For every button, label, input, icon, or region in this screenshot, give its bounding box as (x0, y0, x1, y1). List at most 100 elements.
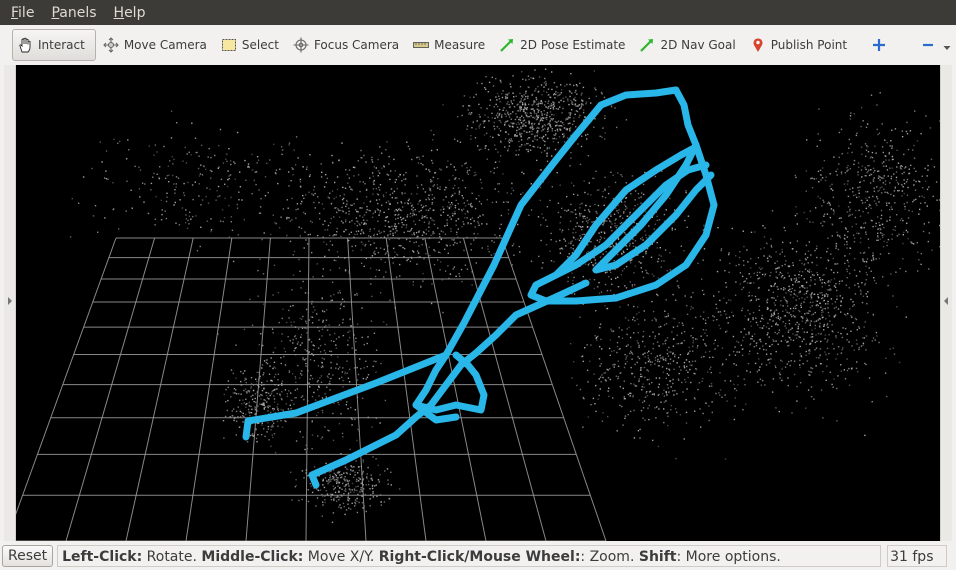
cloud-point (260, 434, 263, 436)
cloud-point (902, 186, 904, 188)
cloud-point (728, 316, 731, 318)
tool-2d-pose-estimate[interactable]: 2D Pose Estimate (494, 30, 632, 60)
cloud-point (656, 341, 659, 343)
cloud-point (407, 258, 409, 260)
cloud-point (672, 382, 674, 385)
cloud-point (289, 220, 291, 222)
cloud-point (148, 145, 150, 147)
cloud-point (273, 366, 275, 368)
cloud-point (861, 202, 864, 204)
tool-select[interactable]: Select (216, 30, 286, 60)
menu-help[interactable]: Help (103, 5, 152, 21)
cloud-point (540, 102, 542, 104)
cloud-point (371, 216, 374, 218)
cloud-point (790, 328, 792, 331)
cloud-point (394, 170, 396, 172)
tool-move-camera[interactable]: Move Camera (98, 30, 214, 60)
cloud-point (401, 226, 403, 228)
cloud-point (856, 232, 858, 234)
cloud-point (815, 347, 818, 349)
cloud-point (775, 366, 777, 369)
cloud-point (546, 131, 549, 133)
cloud-point (198, 155, 200, 157)
cloud-point (550, 105, 552, 107)
cloud-point (811, 292, 813, 294)
3d-viewport[interactable] (16, 65, 940, 541)
cloud-point (478, 103, 480, 106)
cloud-point (750, 325, 752, 327)
cloud-point (363, 232, 365, 235)
cloud-point (413, 214, 415, 216)
cloud-point (512, 111, 514, 113)
cloud-point (533, 123, 535, 125)
cloud-point (875, 202, 877, 205)
cloud-point (737, 384, 739, 386)
cloud-point (575, 231, 577, 234)
cloud-point (384, 253, 386, 256)
cloud-point (255, 171, 258, 173)
cloud-point (654, 337, 656, 339)
cloud-point (865, 126, 868, 128)
cloud-point (325, 396, 327, 398)
cloud-point (336, 472, 339, 474)
cloud-point (663, 260, 665, 262)
cloud-point (375, 269, 378, 271)
cloud-point (383, 211, 385, 214)
cloud-point (561, 112, 563, 114)
cloud-point (554, 97, 556, 99)
chevron-down-icon[interactable] (939, 37, 951, 53)
tool-focus-camera[interactable]: Focus Camera (288, 30, 406, 60)
cloud-point (491, 117, 493, 119)
cloud-point (348, 177, 350, 179)
cloud-point (281, 380, 284, 382)
cloud-point (846, 243, 848, 246)
cloud-point (536, 139, 538, 141)
cloud-point (527, 95, 529, 98)
cloud-point (762, 318, 765, 320)
cloud-point (295, 347, 297, 349)
cloud-point (674, 318, 676, 320)
menu-file[interactable]: File (0, 5, 40, 21)
cloud-point (207, 202, 210, 204)
add-tool-button[interactable] (866, 30, 899, 60)
scene-canvas[interactable] (16, 65, 940, 541)
cloud-point (882, 236, 884, 239)
cloud-point (272, 436, 274, 439)
cloud-point (858, 196, 860, 198)
remove-tool-button[interactable] (915, 30, 956, 60)
cloud-point (835, 337, 838, 339)
cloud-point (343, 489, 346, 492)
cloud-point (852, 191, 854, 193)
cloud-point (636, 340, 638, 342)
menu-panels[interactable]: Panels (40, 5, 102, 21)
cloud-point (210, 230, 212, 233)
cloud-point (547, 127, 549, 129)
cloud-point (165, 177, 167, 179)
cloud-point (184, 222, 187, 224)
cloud-point (355, 337, 357, 339)
cloud-point (648, 418, 650, 421)
tool-2d-nav-goal[interactable]: 2D Nav Goal (634, 30, 742, 60)
cloud-point (330, 340, 332, 342)
cloud-point (780, 300, 782, 302)
cloud-point (545, 244, 548, 246)
cloud-point (829, 216, 831, 219)
cloud-point (302, 280, 304, 283)
tool-publish-point[interactable]: Publish Point (745, 30, 854, 60)
tool-measure[interactable]: Measure (408, 30, 492, 60)
cloud-point (863, 337, 866, 339)
cloud-point (820, 333, 822, 336)
cloud-point (836, 295, 838, 297)
cloud-point (576, 110, 579, 113)
cloud-point (549, 96, 552, 99)
cloud-point (359, 181, 361, 183)
cloud-point (676, 362, 678, 364)
cloud-point (251, 434, 253, 436)
left-dock-handle[interactable] (4, 65, 16, 541)
tool-interact[interactable]: Interact (12, 29, 96, 61)
cloud-point (542, 139, 545, 142)
cloud-point (847, 152, 849, 154)
cloud-point (878, 257, 881, 260)
cloud-point (658, 333, 660, 335)
cloud-point (360, 149, 362, 152)
